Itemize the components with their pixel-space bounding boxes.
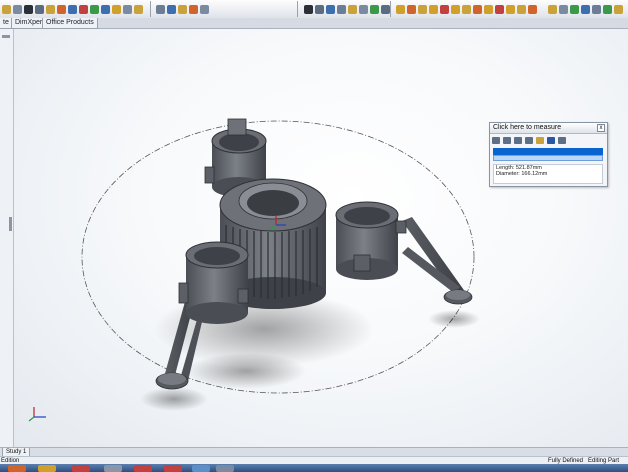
taskbar-app-icon[interactable] xyxy=(164,465,182,472)
line-icon[interactable] xyxy=(79,4,88,14)
selection-item-highlighted[interactable] xyxy=(493,148,603,155)
measure-toolbar xyxy=(492,135,605,145)
curves-icon[interactable] xyxy=(592,4,601,14)
model-shadow xyxy=(428,310,480,328)
toolbar-separator xyxy=(390,1,391,17)
expand-icon[interactable] xyxy=(558,136,566,144)
zoom-icon[interactable] xyxy=(68,4,77,14)
command-manager-tabs: te DimXpert Office Products xyxy=(0,18,628,29)
rectangle-icon[interactable] xyxy=(112,4,121,14)
display-style-icon[interactable] xyxy=(167,4,176,14)
cut-icon[interactable] xyxy=(418,4,427,14)
taskbar-app-icon[interactable] xyxy=(104,465,122,472)
main-toolbar xyxy=(0,0,628,19)
appearance-icon[interactable] xyxy=(189,4,198,14)
feature-tool-group xyxy=(396,2,537,16)
taskbar-app-icon[interactable] xyxy=(38,465,56,472)
spline-icon[interactable] xyxy=(315,4,324,14)
point-icon[interactable] xyxy=(326,4,335,14)
right-pod[interactable] xyxy=(335,201,407,280)
model-shadow xyxy=(186,353,306,389)
measure-title[interactable]: Click here to measure xyxy=(490,123,607,134)
model-shadow xyxy=(140,387,208,411)
dimension-icon[interactable] xyxy=(24,4,33,14)
taskbar-app-icon[interactable] xyxy=(72,465,90,472)
trim-icon[interactable] xyxy=(123,4,132,14)
selection-list[interactable] xyxy=(493,155,603,161)
plane-icon[interactable] xyxy=(559,4,568,14)
tab-office-products[interactable]: Office Products xyxy=(42,18,98,29)
revolve-icon[interactable] xyxy=(407,4,416,14)
move-icon[interactable] xyxy=(46,4,55,14)
point-to-point-icon[interactable] xyxy=(525,136,533,144)
arc-circle-measure-icon[interactable] xyxy=(492,136,500,144)
pattern-icon[interactable] xyxy=(484,4,493,14)
taskbar-app-icon[interactable] xyxy=(216,465,234,472)
coordinate-icon[interactable] xyxy=(581,4,590,14)
axis-icon[interactable] xyxy=(570,4,579,14)
os-taskbar xyxy=(0,464,628,472)
convert-icon[interactable] xyxy=(370,4,379,14)
view-orient-icon[interactable] xyxy=(156,4,165,14)
diameter-value: Diameter: 166.12mm xyxy=(496,171,548,177)
draft-icon[interactable] xyxy=(462,4,471,14)
select-icon[interactable] xyxy=(2,4,11,14)
extrude-icon[interactable] xyxy=(396,4,405,14)
feature-manager-collapsed[interactable] xyxy=(0,29,14,447)
front-left-pod[interactable] xyxy=(178,241,249,324)
reference-icon[interactable] xyxy=(548,4,557,14)
panel-handle-icon xyxy=(2,35,12,231)
wrap-icon[interactable] xyxy=(506,4,515,14)
hole-icon[interactable] xyxy=(495,4,504,14)
hide-show-icon[interactable] xyxy=(178,4,187,14)
settings-icon[interactable] xyxy=(134,4,143,14)
taskbar-app-icon[interactable] xyxy=(134,465,152,472)
mid-tool-group xyxy=(156,2,209,16)
measure-dialog[interactable]: Click here to measure x Length: 521.87mm… xyxy=(489,122,608,187)
close-button[interactable]: x xyxy=(597,124,605,132)
projection-icon[interactable] xyxy=(536,136,544,144)
toolbar-separator xyxy=(297,1,298,17)
check-icon[interactable] xyxy=(603,4,612,14)
centerline-icon[interactable] xyxy=(337,4,346,14)
right-leg[interactable] xyxy=(402,217,473,305)
smart-dimension-icon[interactable] xyxy=(304,4,313,14)
xyz-icon[interactable] xyxy=(514,136,522,144)
start-button[interactable] xyxy=(8,465,26,472)
toolbar-separator xyxy=(150,1,151,17)
measure-results: Length: 521.87mm Diameter: 166.12mm xyxy=(493,164,603,184)
offset-icon[interactable] xyxy=(359,4,368,14)
rotate-icon[interactable] xyxy=(57,4,66,14)
shell-icon[interactable] xyxy=(451,4,460,14)
relations-icon[interactable] xyxy=(381,4,390,14)
rib-icon[interactable] xyxy=(473,4,482,14)
taskbar-app-icon[interactable] xyxy=(192,465,210,472)
right-tool-group xyxy=(548,2,623,16)
save-icon[interactable] xyxy=(547,136,555,144)
dome-icon[interactable] xyxy=(517,4,526,14)
mirror-icon[interactable] xyxy=(35,4,44,14)
left-tool-group xyxy=(2,2,143,16)
rebuild-icon[interactable] xyxy=(614,4,623,14)
chamfer-icon[interactable] xyxy=(440,4,449,14)
graphics-area[interactable]: Click here to measure x Length: 521.87mm… xyxy=(14,29,628,447)
sketch-icon[interactable] xyxy=(13,4,22,14)
fillet-icon[interactable] xyxy=(429,4,438,14)
sketch-tool-group xyxy=(304,2,390,16)
units-icon[interactable] xyxy=(503,136,511,144)
flex-icon[interactable] xyxy=(528,4,537,14)
circle-icon[interactable] xyxy=(90,4,99,14)
arc-icon[interactable] xyxy=(101,4,110,14)
reference-triad-icon xyxy=(28,407,46,422)
part-model[interactable] xyxy=(14,29,628,447)
text-icon[interactable] xyxy=(348,4,357,14)
scene-icon[interactable] xyxy=(200,4,209,14)
